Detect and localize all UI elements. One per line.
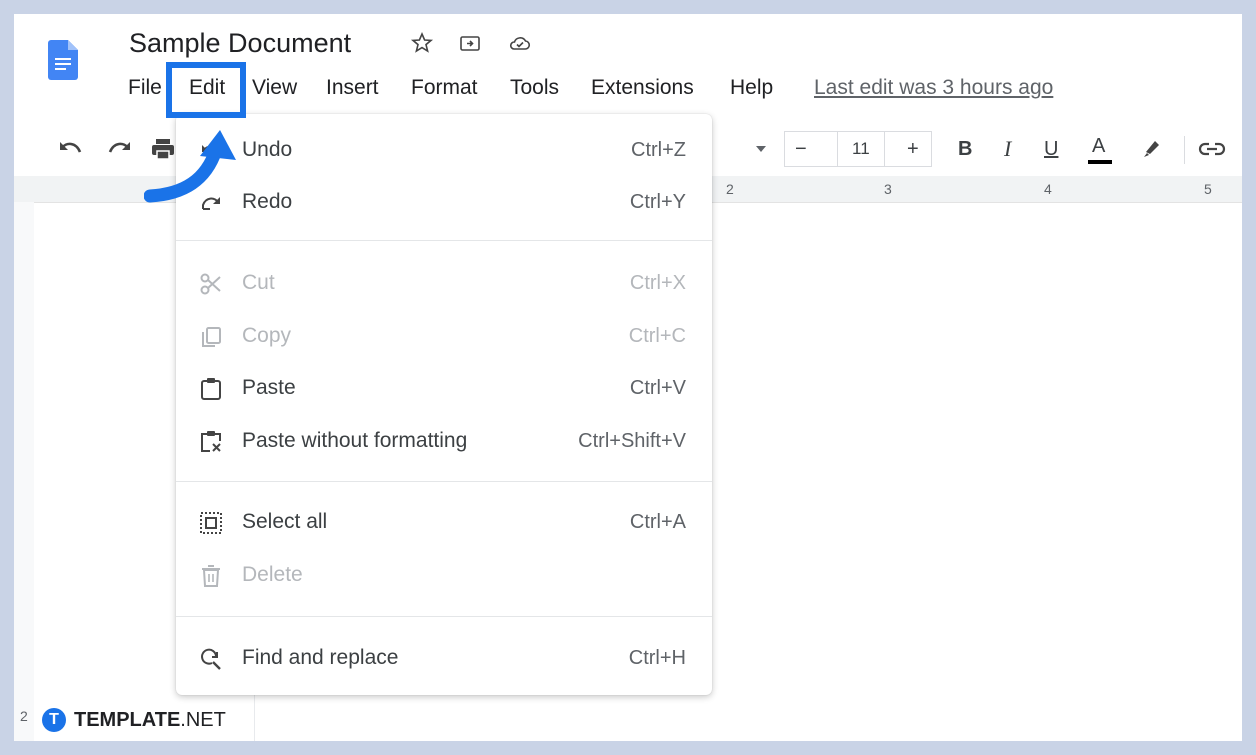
menu-item-shortcut: Ctrl+X [629, 272, 686, 294]
menu-help[interactable]: Help [730, 74, 773, 102]
menu-item-copy[interactable]: Copy Ctrl+C [176, 310, 712, 362]
last-edit-link[interactable]: Last edit was 3 hours ago [814, 74, 1053, 102]
font-size-increase-button[interactable]: + [907, 126, 919, 172]
copy-icon [202, 327, 221, 347]
menu-item-label: Select all [242, 510, 328, 533]
find-replace-icon [201, 648, 221, 670]
menu-item-label: Copy [242, 324, 292, 347]
bold-button[interactable]: B [958, 126, 972, 172]
menu-insert[interactable]: Insert [326, 74, 379, 102]
menu-tools[interactable]: Tools [510, 74, 559, 102]
menu-extensions[interactable]: Extensions [591, 74, 694, 102]
menu-item-label: Redo [242, 190, 293, 213]
font-dropdown-icon[interactable] [754, 144, 768, 154]
menu-view[interactable]: View [252, 74, 297, 102]
google-docs-icon[interactable] [48, 28, 78, 92]
ruler-number: 5 [1204, 181, 1212, 197]
document-title[interactable]: Sample Document [129, 28, 351, 59]
menu-item-select-all[interactable]: Select all Ctrl+A [176, 496, 712, 548]
ruler-number: 4 [1044, 181, 1052, 197]
menu-item-shortcut: Ctrl+A [629, 511, 686, 533]
ruler-number: 2 [726, 181, 734, 197]
font-size-box: − 11 + [784, 131, 932, 167]
ruler-number: 3 [884, 181, 892, 197]
menu-item-paste[interactable]: Paste Ctrl+V [176, 362, 712, 414]
underline-button[interactable]: U [1044, 126, 1058, 172]
template-logo-icon: T [42, 708, 66, 732]
cloud-saved-icon[interactable] [508, 31, 532, 55]
cut-icon [200, 273, 221, 295]
vertical-ruler: 2 [14, 202, 34, 741]
watermark-suffix: .NET [180, 709, 226, 731]
paste-icon [201, 378, 221, 400]
toolbar-divider [1184, 136, 1185, 164]
font-size-decrease-button[interactable]: − [795, 126, 807, 172]
menu-format[interactable]: Format [411, 74, 478, 102]
menu-item-cut[interactable]: Cut Ctrl+X [176, 257, 712, 309]
italic-button[interactable]: I [1004, 126, 1011, 172]
redo-toolbar-icon[interactable] [106, 138, 132, 160]
text-color-swatch [1088, 160, 1112, 164]
menu-item-label: Cut [242, 271, 275, 294]
edit-menu-dropdown: Undo Ctrl+Z Redo Ctrl+Y Cut Ctrl+X Copy … [176, 114, 712, 695]
menu-item-shortcut: Ctrl+C [628, 325, 686, 347]
app-frame: Sample Document File Edit View Insert Fo… [14, 14, 1242, 741]
undo-toolbar-icon[interactable] [58, 138, 84, 160]
star-icon[interactable] [410, 31, 434, 55]
menu-item-label: Delete [242, 563, 303, 586]
font-size-input[interactable]: 11 [837, 132, 885, 166]
select-all-icon [200, 512, 222, 534]
menu-item-label: Paste without formatting [242, 429, 468, 452]
menu-separator [176, 481, 712, 482]
menu-item-shortcut: Ctrl+Z [631, 139, 686, 161]
menu-file[interactable]: File [128, 74, 162, 102]
move-to-folder-icon[interactable] [458, 31, 482, 55]
menu-item-shortcut: Ctrl+V [629, 377, 686, 399]
menu-item-shortcut: Ctrl+Y [629, 191, 686, 213]
menu-item-paste-without-formatting[interactable]: Paste without formatting Ctrl+Shift+V [176, 415, 712, 467]
ruler-number: 2 [20, 708, 28, 724]
menu-item-shortcut: Ctrl+Shift+V [578, 430, 686, 452]
menu-separator [176, 240, 712, 241]
menu-item-redo[interactable]: Redo Ctrl+Y [176, 176, 712, 228]
highlight-color-icon[interactable] [1140, 138, 1162, 160]
watermark-text: TEMPLATE.NET [74, 708, 226, 732]
menu-item-shortcut: Ctrl+H [628, 647, 686, 669]
menu-item-undo[interactable]: Undo Ctrl+Z [176, 124, 712, 176]
menu-item-label: Find and replace [242, 646, 399, 669]
delete-icon [202, 565, 220, 587]
insert-link-icon[interactable] [1198, 138, 1226, 160]
pointer-arrow-icon [144, 130, 236, 203]
edit-menu-highlight-box [166, 62, 246, 118]
paste-plain-icon [201, 431, 221, 452]
menu-separator [176, 616, 712, 617]
menu-item-label: Undo [242, 138, 293, 161]
menu-item-delete[interactable]: Delete [176, 549, 712, 601]
watermark-brand: TEMPLATE [74, 709, 181, 731]
menu-item-find-and-replace[interactable]: Find and replace Ctrl+H [176, 632, 712, 684]
menu-item-label: Paste [242, 376, 296, 399]
